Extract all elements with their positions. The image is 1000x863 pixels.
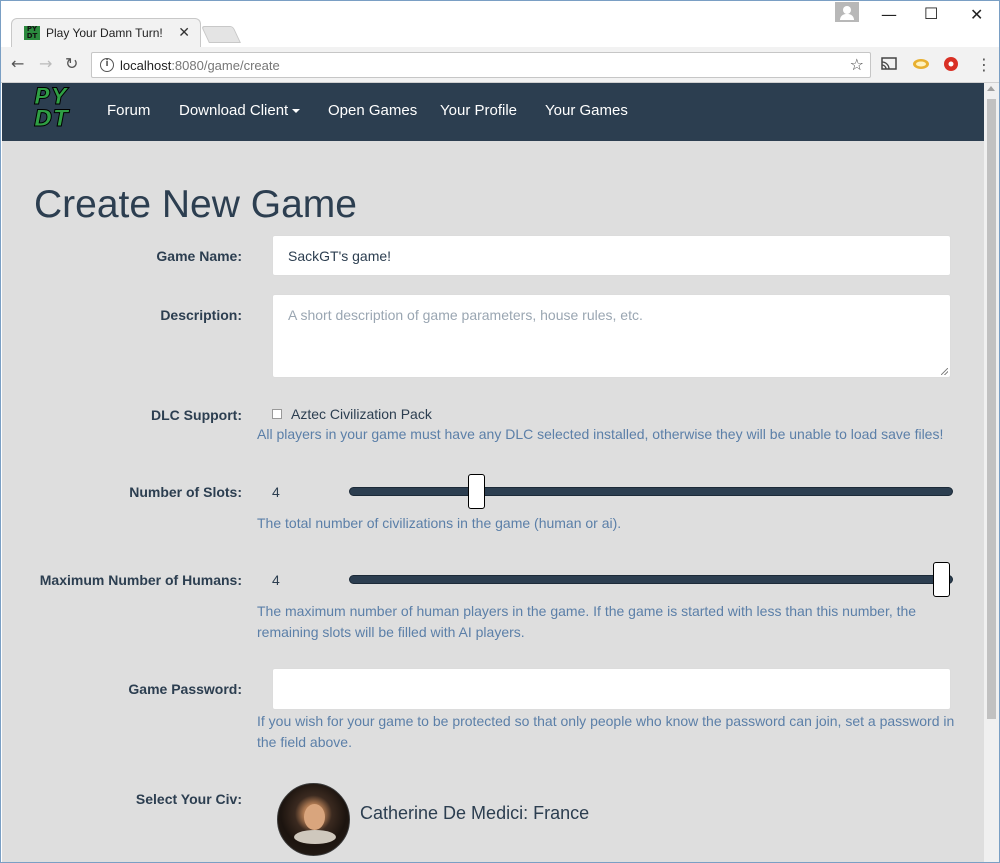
profile-icon[interactable] [835,2,859,22]
page-viewport: PY DT Forum Download Client Open Games Y… [2,83,984,862]
max-humans-slider-thumb[interactable] [933,562,950,597]
description-label: Description: [160,307,242,323]
civ-name[interactable]: Catherine De Medici: France [360,803,589,824]
maximize-icon[interactable]: ☐ [924,4,938,23]
slots-label: Number of Slots: [129,484,242,500]
max-humans-value: 4 [272,572,280,588]
record-extension-icon[interactable] [943,56,959,72]
pydt-logo[interactable]: PY DT [34,86,78,135]
nav-your-games[interactable]: Your Games [545,102,628,119]
nav-your-profile[interactable]: Your Profile [440,102,517,119]
new-tab-button[interactable] [201,26,241,43]
description-textarea[interactable]: A short description of game parameters, … [272,294,951,378]
max-humans-help-line2: remaining slots will be filled with AI p… [257,624,525,640]
forward-icon[interactable]: → [39,54,52,73]
browser-toolbar: ← → ↻ i localhost:8080/game/create ☆ ⋮ [1,47,999,83]
password-help-line2: the field above. [257,734,352,750]
password-help-line1: If you wish for your game to be protecte… [257,713,955,729]
bookmark-star-icon[interactable]: ☆ [850,55,864,74]
slots-slider-thumb[interactable] [468,474,486,509]
dlc-support-label: DLC Support: [151,407,242,423]
scroll-up-icon[interactable] [987,86,995,91]
extension-glasses-icon[interactable] [912,56,930,72]
aztec-dlc-checkbox[interactable] [272,409,282,419]
resize-grip-icon[interactable] [941,368,948,375]
aztec-dlc-option-label[interactable]: Aztec Civilization Pack [291,406,432,422]
close-window-icon[interactable]: ✕ [970,5,983,24]
info-icon[interactable]: i [100,58,114,72]
password-input[interactable] [272,668,951,710]
browser-menu-icon[interactable]: ⋮ [976,55,992,74]
minimize-icon[interactable]: — [881,5,897,24]
tab-title: Play Your Damn Turn! [46,26,163,40]
slots-help-text: The total number of civilizations in the… [257,515,622,531]
pydt-favicon-icon: PY DT [24,26,40,40]
max-humans-slider-track[interactable] [349,575,953,584]
url-text[interactable]: localhost:8080/game/create [120,58,280,73]
reload-icon[interactable]: ↻ [65,54,78,73]
select-civ-label: Select Your Civ: [135,791,242,807]
nav-forum[interactable]: Forum [107,102,150,119]
caret-down-icon [292,109,301,114]
scrollbar-thumb[interactable] [987,99,996,719]
slots-slider-track[interactable] [349,487,953,496]
browser-window: PY DT Play Your Damn Turn! ✕ — ☐ ✕ ← → ↻ … [0,0,1000,863]
game-name-input[interactable]: SackGT's game! [272,235,951,276]
back-icon[interactable]: ← [11,54,24,73]
nav-download-client[interactable]: Download Client [179,102,301,119]
slots-value: 4 [272,484,280,500]
password-label: Game Password: [128,681,242,697]
page-scrollbar[interactable] [984,83,999,862]
civ-leader-avatar[interactable] [277,783,350,856]
dlc-help-text: All players in your game must have any D… [257,426,944,442]
cast-icon[interactable] [880,56,898,72]
max-humans-label: Maximum Number of Humans: [39,572,242,588]
site-navbar: PY DT Forum Download Client Open Games Y… [2,83,984,141]
page-title: Create New Game [34,183,357,226]
max-humans-help-line1: The maximum number of human players in t… [257,603,917,619]
game-name-label: Game Name: [156,248,242,264]
title-bar: PY DT Play Your Damn Turn! ✕ — ☐ ✕ [1,1,999,47]
address-bar[interactable]: i localhost:8080/game/create ☆ [91,52,871,78]
tab-close-icon[interactable]: ✕ [178,24,190,41]
browser-tab[interactable]: PY DT Play Your Damn Turn! ✕ [11,18,201,47]
nav-open-games[interactable]: Open Games [328,102,417,119]
